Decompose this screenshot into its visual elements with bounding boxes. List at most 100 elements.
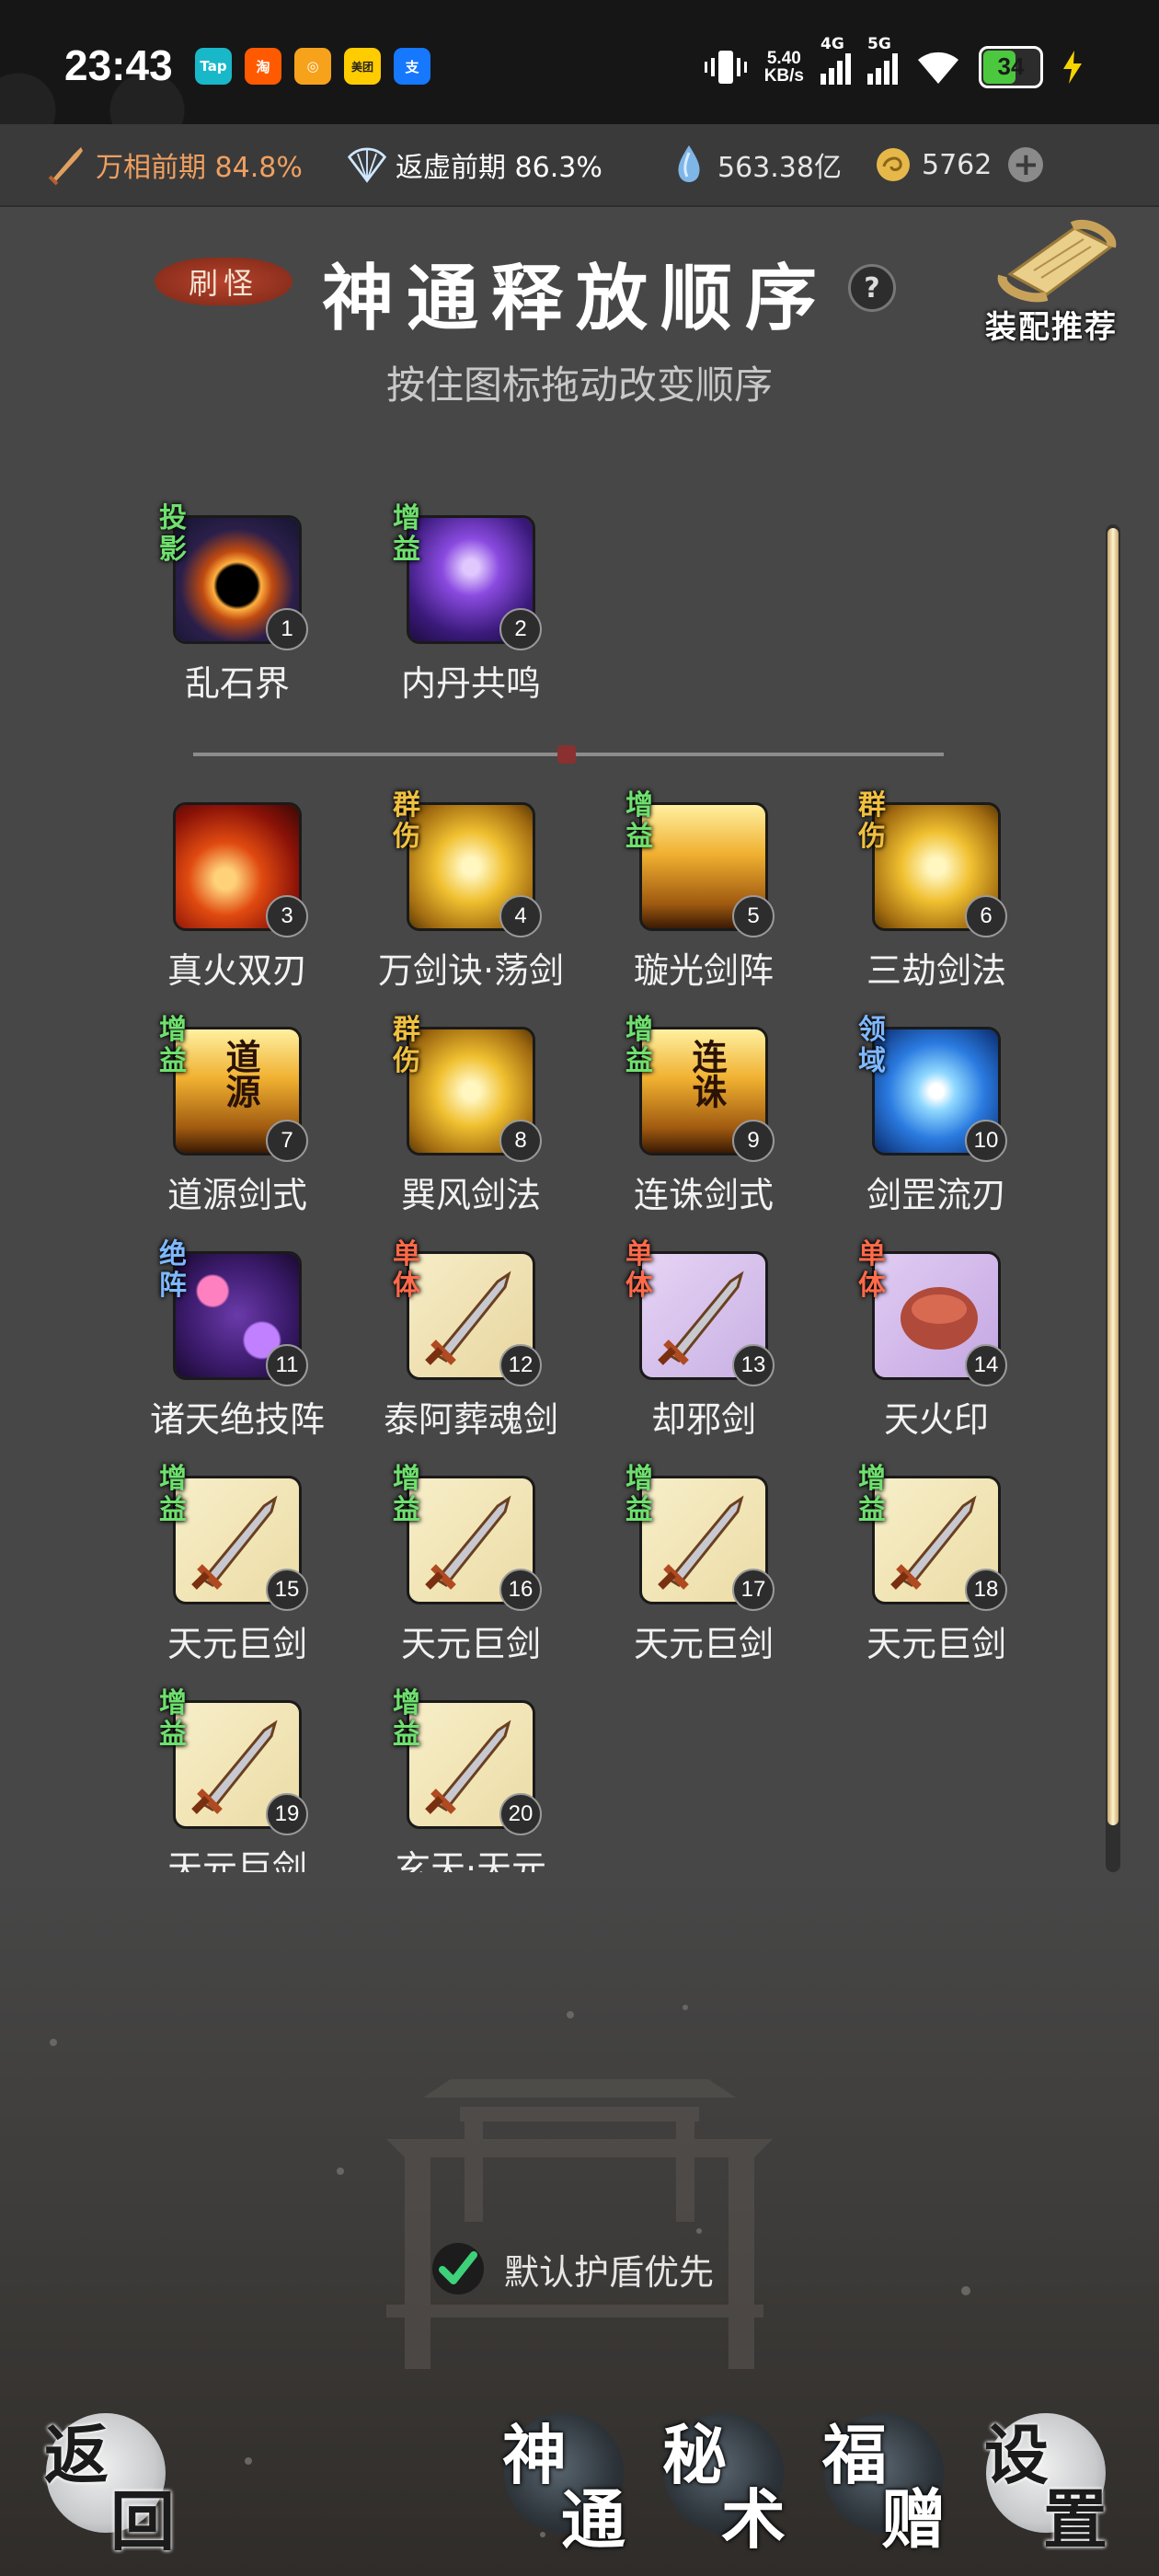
order-number-badge: 10 (965, 1120, 1007, 1162)
skill-name: 璇光剑阵 (633, 950, 774, 991)
skill-item[interactable]: 增益 20 玄天·天元 (365, 1688, 577, 1873)
order-number-badge: 14 (965, 1344, 1007, 1386)
skill-item[interactable]: 道源 增益 7 道源剑式 (132, 1015, 343, 1217)
order-number-badge: 9 (732, 1120, 775, 1162)
cultivation-realm-2[interactable]: 返虚前期 86.3% (346, 144, 602, 186)
skill-item[interactable]: 3 真火双刃 (132, 802, 343, 993)
skill-icon[interactable]: 增益 5 (625, 790, 775, 937)
scrollbar[interactable] (1106, 524, 1120, 1872)
taptap-app-icon: Tap (195, 48, 232, 85)
skill-type-badge: 增益 (625, 789, 653, 853)
signal-4g-icon: 4G (820, 35, 851, 89)
skill-item[interactable]: 增益 15 天元巨剑 (132, 1464, 343, 1666)
skill-icon[interactable]: 群伤 6 (858, 790, 1007, 937)
skill-item[interactable]: 绝阵 11 诸天绝技阵 (132, 1239, 343, 1442)
fan-icon (346, 144, 388, 186)
skill-glyph: 道源 (220, 1039, 261, 1109)
system-icons: 5.40 KB/s 4G 5G 34 (704, 35, 1085, 89)
skill-icon[interactable]: 单体 13 (625, 1239, 775, 1386)
skill-type-badge: 增益 (159, 1463, 187, 1526)
skill-icon[interactable]: 增益 15 (159, 1464, 308, 1611)
clock: 23:43 (64, 41, 173, 89)
skill-icon[interactable]: 投影 1 (159, 503, 308, 650)
skill-icon[interactable]: 增益 2 (393, 503, 542, 650)
skill-name: 乱石界 (184, 663, 290, 704)
skill-name: 天元巨剑 (166, 1848, 307, 1872)
skill-name: 巽风剑法 (400, 1175, 541, 1215)
recommend-loadout-button[interactable]: 装配推荐 (973, 210, 1130, 348)
skill-icon[interactable]: 单体 14 (858, 1239, 1007, 1386)
skill-type-badge: 增益 (858, 1463, 886, 1526)
shield-priority-checkbox[interactable] (432, 2243, 484, 2294)
skill-item[interactable]: 投影 1 乱石界 (132, 503, 343, 706)
coins[interactable]: 5762 + (872, 144, 1044, 186)
battery-icon: 34 (979, 45, 1043, 88)
skill-type-badge: 单体 (625, 1238, 653, 1302)
skill-icon[interactable]: 领域 10 (858, 1015, 1007, 1162)
skill-type-badge: 增益 (625, 1463, 653, 1526)
skill-item[interactable]: 增益 2 内丹共鸣 (365, 503, 577, 706)
mode-tag[interactable]: 刷怪 (155, 258, 293, 305)
mishu-button[interactable]: 秘 术 (655, 2397, 793, 2558)
skill-icon[interactable]: 增益 19 (159, 1688, 308, 1835)
skill-icon[interactable]: 增益 18 (858, 1464, 1007, 1611)
taobao-app-icon: 淘 (245, 48, 281, 85)
skill-name: 天元巨剑 (633, 1624, 774, 1664)
order-number-badge: 15 (266, 1569, 308, 1611)
skill-item[interactable]: 增益 19 天元巨剑 (132, 1688, 343, 1872)
skill-icon[interactable]: 连诛 增益 9 (625, 1015, 775, 1162)
skill-item[interactable]: 群伤 4 万剑诀·荡剑 (365, 790, 577, 993)
skill-item[interactable]: 群伤 6 三劫剑法 (831, 790, 1042, 993)
skill-icon[interactable]: 3 (173, 802, 308, 937)
skill-item[interactable]: 群伤 8 巽风剑法 (365, 1015, 577, 1217)
coin-icon (872, 144, 914, 186)
back-button[interactable]: 返 回 (37, 2397, 175, 2559)
default-shield-priority-option[interactable]: 默认护盾优先 (432, 2243, 714, 2294)
shield-priority-label: 默认护盾优先 (504, 2251, 715, 2293)
crystal-icon (668, 144, 710, 186)
skill-item[interactable]: 领域 10 剑罡流刃 (831, 1015, 1042, 1217)
skill-item[interactable]: 单体 12 泰阿葬魂剑 (365, 1239, 577, 1442)
help-icon[interactable]: ? (848, 264, 896, 312)
sword-icon (46, 144, 88, 186)
skill-type-badge: 增益 (625, 1014, 653, 1077)
skill-icon[interactable]: 群伤 8 (393, 1015, 542, 1162)
skill-name: 三劫剑法 (866, 950, 1006, 991)
skill-icon[interactable]: 群伤 4 (393, 790, 542, 937)
skill-type-badge: 增益 (159, 1014, 187, 1077)
app-icon: ◎ (294, 48, 331, 85)
page-title: 神通释放顺序 (322, 257, 831, 340)
skill-item[interactable]: 增益 17 天元巨剑 (598, 1464, 809, 1666)
skill-item[interactable]: 增益 5 璇光剑阵 (598, 790, 809, 993)
skill-name: 诸天绝技阵 (149, 1399, 325, 1440)
skill-icon[interactable]: 增益 17 (625, 1464, 775, 1611)
skill-icon[interactable]: 增益 20 (393, 1688, 542, 1835)
skill-name: 剑罡流刃 (866, 1175, 1006, 1215)
order-number-badge: 12 (499, 1344, 542, 1386)
order-number-badge: 18 (965, 1569, 1007, 1611)
skill-name: 真火双刃 (166, 950, 307, 991)
skill-item[interactable]: 增益 18 天元巨剑 (831, 1464, 1042, 1666)
skill-icon[interactable]: 绝阵 11 (159, 1239, 308, 1386)
skill-icon[interactable]: 道源 增益 7 (159, 1015, 308, 1162)
shentong-button[interactable]: 神 通 (495, 2397, 633, 2558)
fuzeng-button[interactable]: 福 赠 (815, 2397, 953, 2558)
order-number-badge: 7 (266, 1120, 308, 1162)
cultivation-realm-1[interactable]: 万相前期 84.8% (46, 144, 303, 186)
resource-bar: 万相前期 84.8% 返虚前期 86.3% 563.38亿 5762 + (0, 124, 1159, 207)
skill-type-badge: 增益 (393, 1687, 420, 1751)
skill-item[interactable]: 连诛 增益 9 连诛剑式 (598, 1015, 809, 1217)
order-number-badge: 20 (499, 1793, 542, 1835)
skill-item[interactable]: 单体 13 却邪剑 (598, 1239, 809, 1442)
charging-icon (1063, 50, 1082, 84)
skill-icon[interactable]: 增益 16 (393, 1464, 542, 1611)
skill-item[interactable]: 单体 14 天火印 (831, 1239, 1042, 1442)
skill-item[interactable]: 增益 16 天元巨剑 (365, 1464, 577, 1666)
add-coins-icon[interactable]: + (1008, 147, 1044, 182)
skill-order-list[interactable]: 投影 1 乱石界 增益 2 内丹共鸣 3 真火双刃 群伤 4 万剑诀·荡剑 增益 5 璇光剑阵 群伤 6 三劫剑… (0, 497, 1104, 1872)
skill-icon[interactable]: 单体 12 (393, 1239, 542, 1386)
spirit-stones[interactable]: 563.38亿 (668, 144, 842, 186)
skill-name: 万剑诀·荡剑 (377, 950, 565, 991)
settings-button[interactable]: 设 置 (977, 2397, 1115, 2558)
signal-5g-icon: 5G (867, 35, 898, 89)
